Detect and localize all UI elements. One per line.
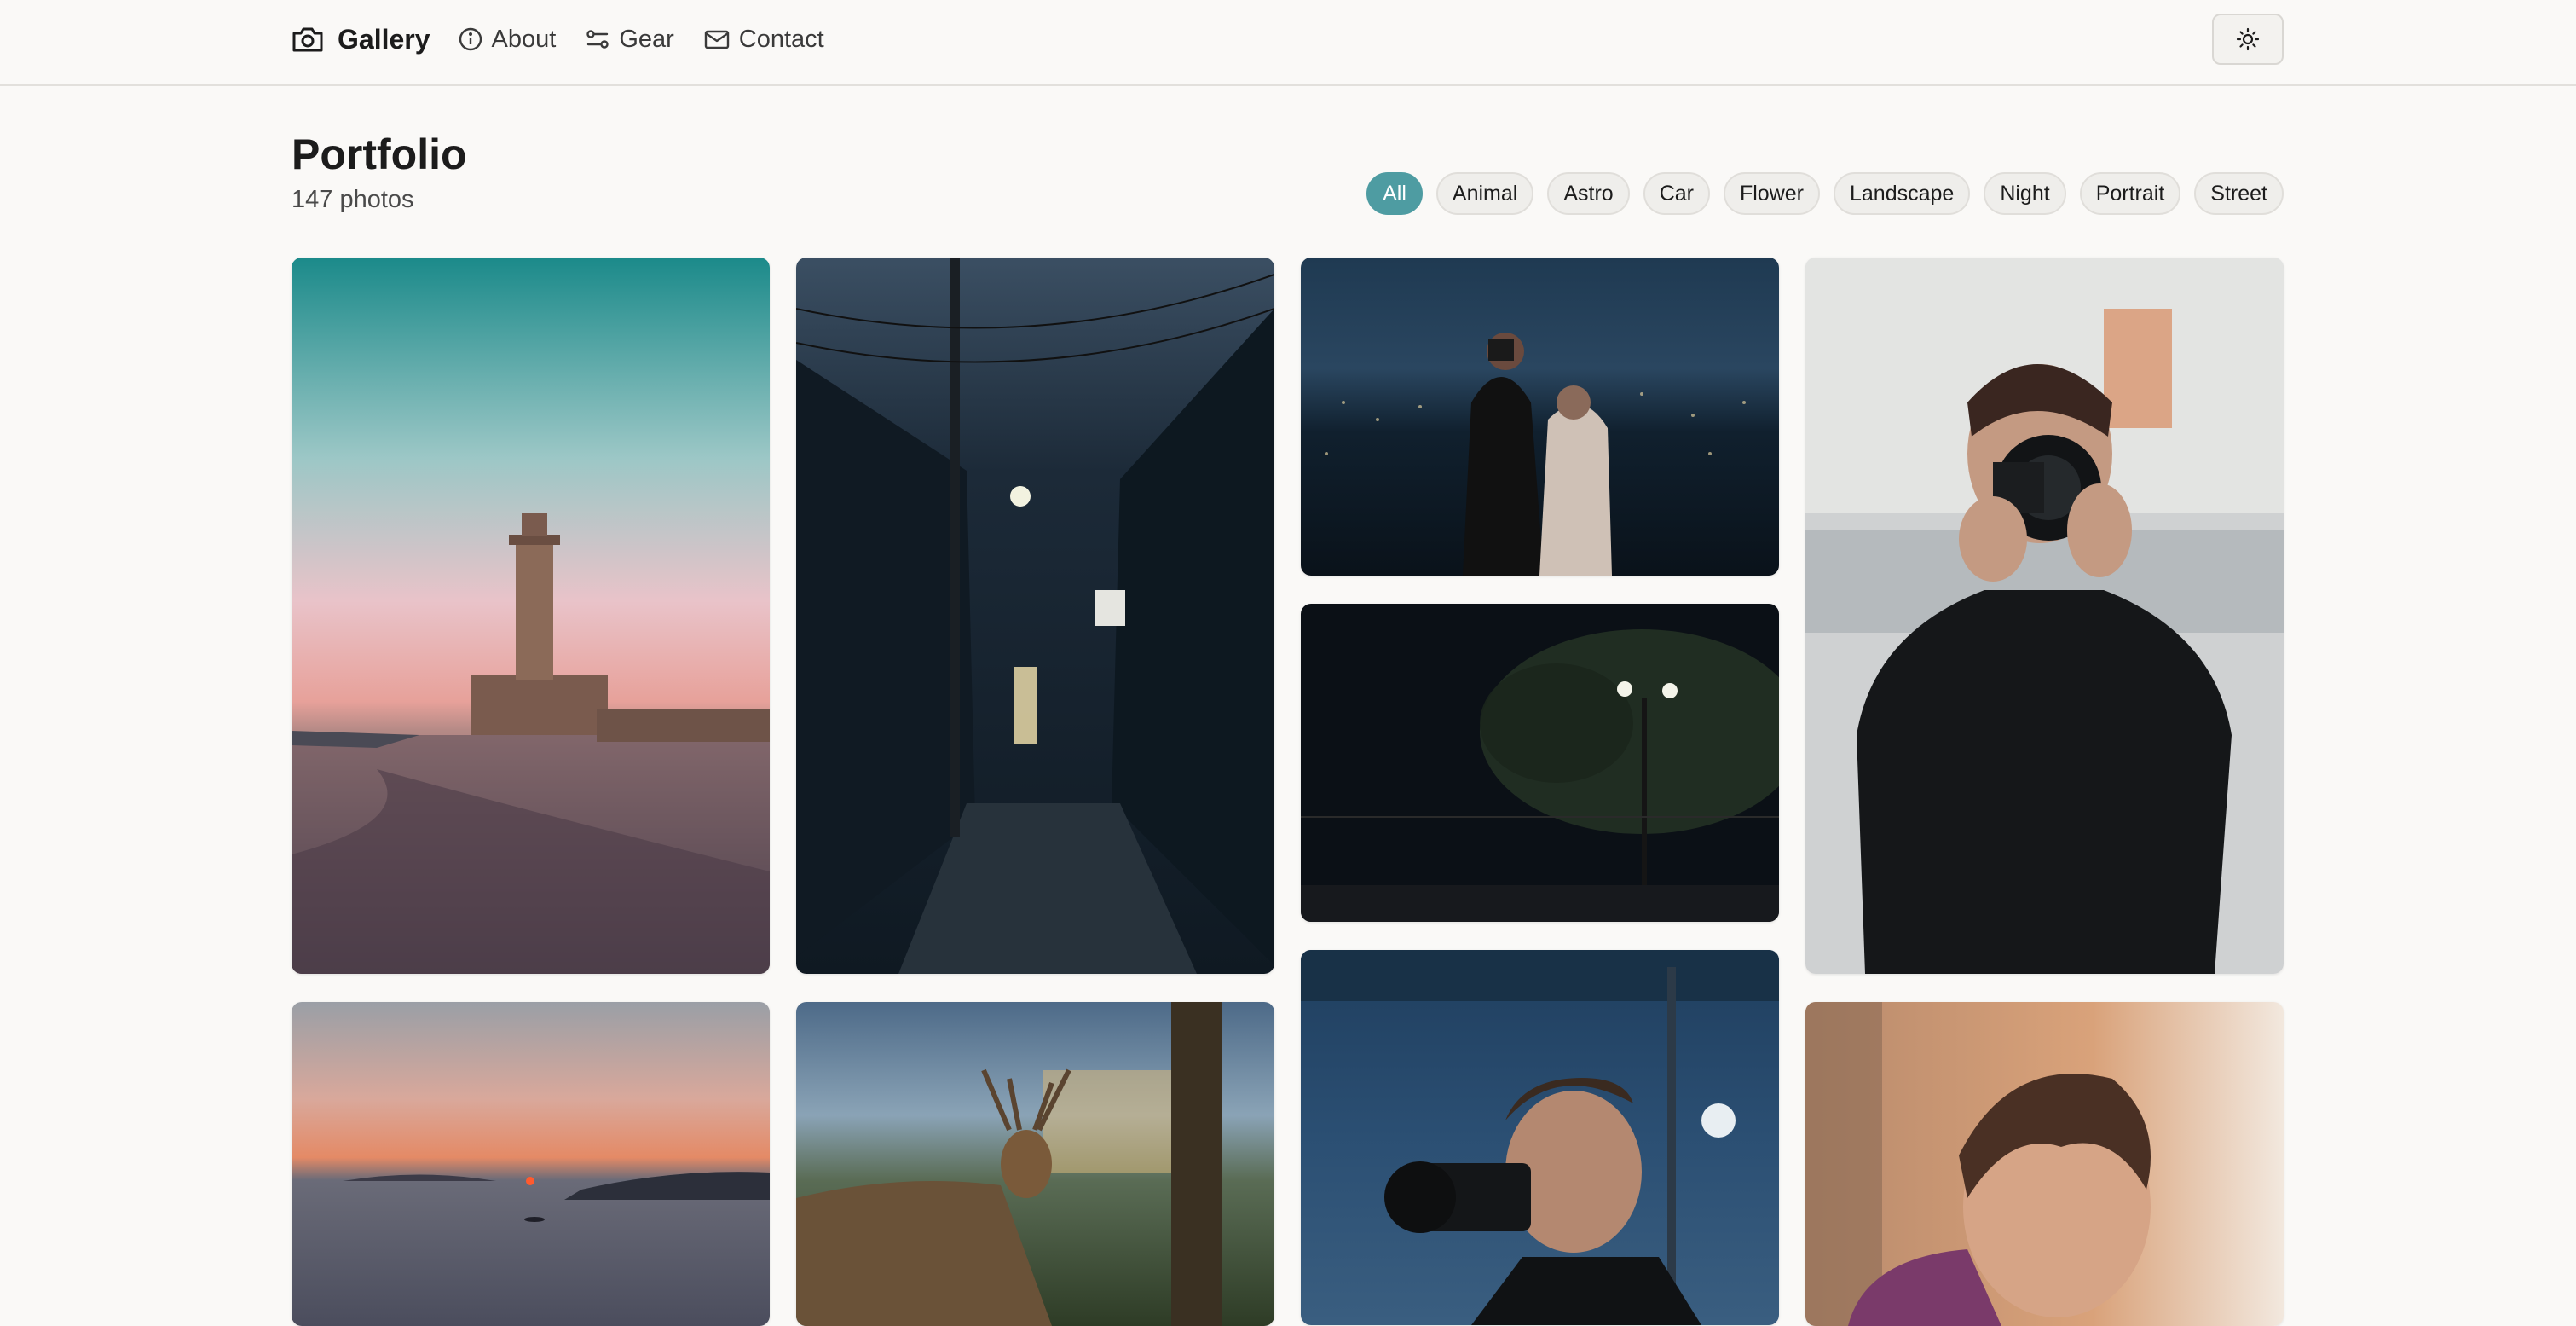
filter-chip-all[interactable]: All: [1366, 172, 1423, 215]
camera-icon: [292, 25, 324, 54]
filter-chip-portrait[interactable]: Portrait: [2079, 172, 2181, 215]
sun-icon: [2235, 26, 2261, 52]
nav-link-contact[interactable]: Contact: [703, 26, 824, 54]
nav-link-about-label: About: [491, 25, 557, 53]
top-nav-bar: Gallery About Gear Contact: [0, 0, 2576, 86]
page-title: Portfolio: [292, 130, 467, 178]
photo-couple-with-camera-city-night[interactable]: [1301, 258, 1779, 576]
info-icon: [458, 26, 483, 52]
filter-chip-night[interactable]: Night: [1984, 172, 2066, 215]
gallery-brand-link[interactable]: Gallery: [292, 24, 430, 55]
photo-man-portrait[interactable]: [1805, 1002, 2284, 1326]
nav-link-contact-label: Contact: [738, 25, 824, 53]
photo-trees-lamp-post-night[interactable]: [1301, 604, 1779, 922]
photo-deer[interactable]: [796, 1002, 1274, 1326]
category-filter-bar: All Animal Astro Car Flower Landscape Ni…: [1366, 172, 2284, 215]
brand-label: Gallery: [338, 23, 430, 55]
photo-photographer-with-camera[interactable]: [1301, 950, 1779, 1325]
photo-night-alley-street[interactable]: [796, 258, 1274, 974]
photo-photographer-portrait[interactable]: [1805, 258, 2284, 974]
sliders-icon: [585, 26, 610, 52]
nav-link-gear[interactable]: Gear: [585, 25, 674, 54]
filter-chip-street[interactable]: Street: [2194, 172, 2284, 215]
filter-chip-car[interactable]: Car: [1643, 172, 1710, 215]
photo-count: 147 photos: [292, 186, 414, 213]
mail-icon: [703, 26, 731, 52]
photo-sea-sunset[interactable]: [292, 1002, 770, 1326]
filter-chip-astro[interactable]: Astro: [1547, 172, 1630, 215]
theme-toggle-button[interactable]: [2212, 14, 2284, 65]
nav-link-gear-label: Gear: [619, 25, 674, 53]
photo-lighthouse-sunset[interactable]: [292, 258, 770, 974]
filter-chip-animal[interactable]: Animal: [1435, 172, 1534, 215]
filter-chip-landscape[interactable]: Landscape: [1834, 172, 1971, 215]
filter-chip-flower[interactable]: Flower: [1723, 172, 1820, 215]
nav-link-about[interactable]: About: [458, 25, 557, 54]
main-nav: Gallery About Gear Contact: [292, 0, 853, 78]
